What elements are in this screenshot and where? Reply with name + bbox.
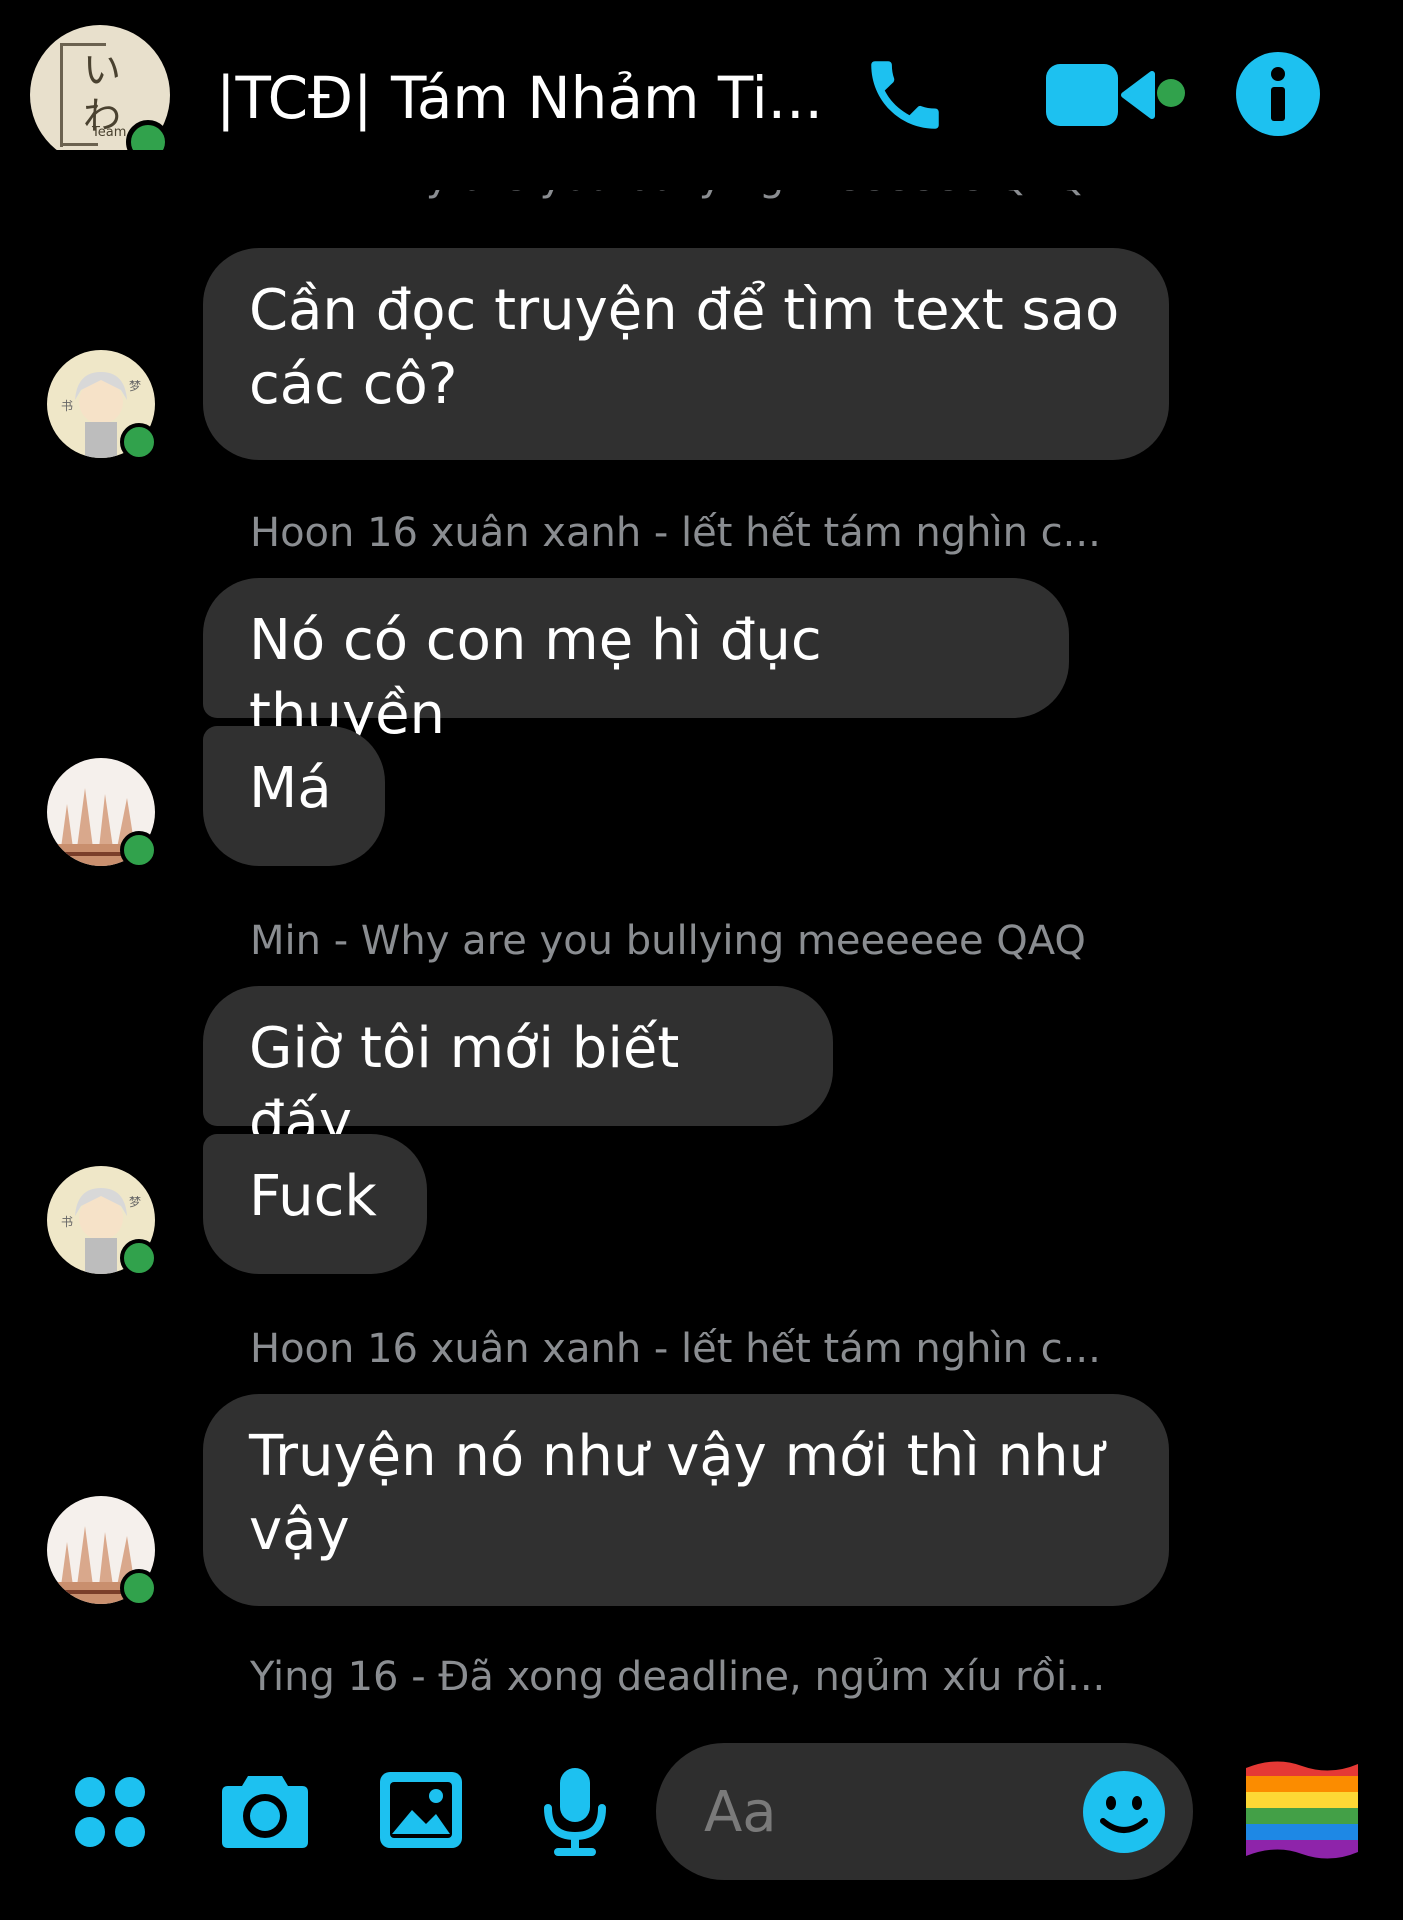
header-shadow [0, 150, 1403, 190]
message-bubble[interactable]: Fuck [203, 1134, 427, 1274]
message-bubble[interactable]: Má [203, 726, 385, 866]
message-bubble[interactable]: Giờ tôi mới biết đấy [203, 986, 833, 1155]
message-input[interactable] [702, 1773, 1046, 1851]
microphone-icon[interactable] [540, 1764, 610, 1858]
camera-icon[interactable] [220, 1770, 310, 1850]
avatar[interactable]: 梦 书 [47, 1166, 158, 1277]
avatar-decor-line [60, 143, 98, 146]
typing-sender-name: Ying 16 - Đã xong deadline, ngủm xíu rồi… [250, 1654, 1106, 1700]
avatar[interactable] [47, 758, 158, 869]
group-avatar-sub: Team [92, 125, 127, 140]
sender-name: Hoon 16 xuân xanh - lết hết tám nghìn c.… [250, 510, 1101, 556]
message-bubble[interactable]: Nó có con mẹ hì đục thuyền [203, 578, 1069, 747]
svg-text:梦: 梦 [129, 379, 141, 393]
message-bubble[interactable]: Cần đọc truyện để tìm text sao các cô? [203, 248, 1169, 460]
emoji-icon[interactable] [1081, 1769, 1167, 1855]
svg-text:书: 书 [61, 1215, 73, 1229]
sender-name: Min - Why are you bullying meeeeee QAQ [250, 918, 1086, 964]
video-camera-icon[interactable] [1044, 60, 1194, 130]
avatar-decor-line [60, 43, 63, 147]
online-indicator [120, 831, 158, 869]
phone-icon[interactable] [860, 50, 950, 140]
avatar[interactable]: 梦 书 [47, 350, 158, 461]
avatar-decor-line [60, 43, 106, 46]
online-indicator [120, 423, 158, 461]
avatar[interactable] [47, 1496, 158, 1607]
chat-title[interactable]: |TCĐ| Tám Nhảm Ti... [216, 62, 823, 134]
message-bubble[interactable]: Truyện nó như vậy mới thì như vậy [203, 1394, 1169, 1606]
online-indicator [120, 1239, 158, 1277]
svg-text:梦: 梦 [129, 1195, 141, 1209]
online-indicator [120, 1569, 158, 1607]
info-icon[interactable] [1234, 50, 1322, 138]
message-input-container [656, 1743, 1193, 1880]
sender-name: Hoon 16 xuân xanh - lết hết tám nghìn c.… [250, 1326, 1101, 1372]
svg-text:书: 书 [61, 399, 73, 413]
rainbow-flag-icon[interactable] [1242, 1756, 1362, 1866]
image-icon[interactable] [378, 1770, 464, 1850]
apps-icon[interactable] [72, 1774, 148, 1850]
